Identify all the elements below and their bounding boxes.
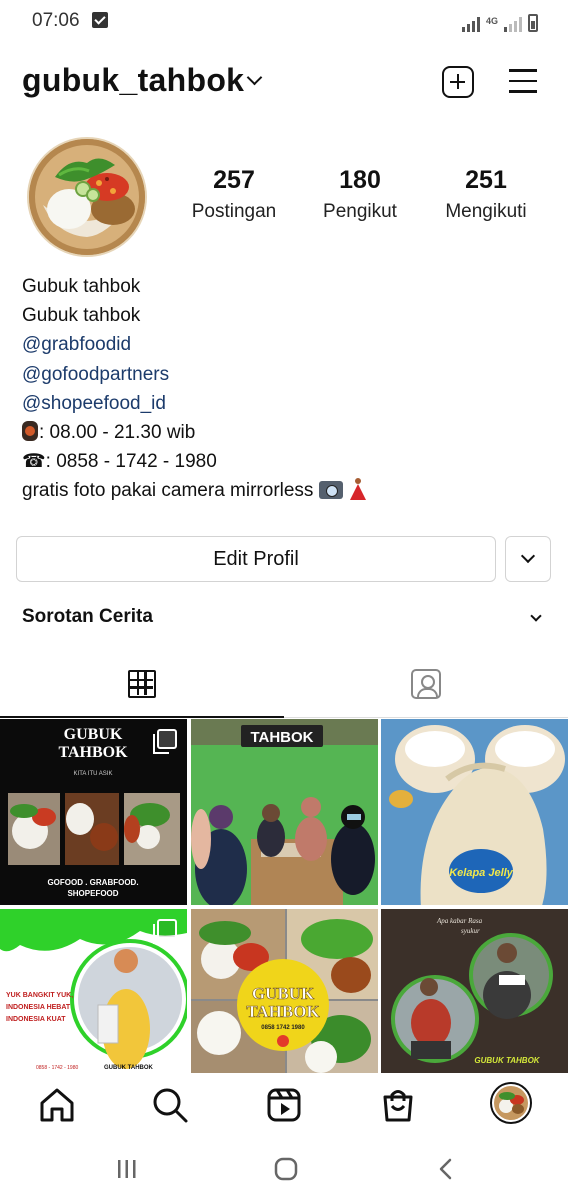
- post-6-caption-2: syukur: [461, 927, 480, 935]
- post-5-image: GUBUK TAHBOK 0858 1742 1980: [191, 909, 378, 1073]
- profile-avatar-small: [490, 1082, 532, 1124]
- menu-button[interactable]: [509, 69, 537, 93]
- chevron-down-icon[interactable]: [246, 69, 263, 86]
- post-4-footer: GUBUK TAHBOK: [104, 1065, 154, 1071]
- post-6-caption-1: Apa kabar Rasa: [436, 917, 483, 925]
- shop-button[interactable]: [378, 1085, 418, 1125]
- home-system-icon[interactable]: [274, 1157, 298, 1181]
- edit-profile-button[interactable]: Edit Profil: [16, 536, 496, 582]
- system-navigation-bar: [0, 1138, 568, 1200]
- status-icons: 4G: [461, 12, 538, 32]
- post-4-line-3: INDONESIA KUAT: [6, 1016, 66, 1023]
- bottom-navigation: [0, 1073, 568, 1137]
- post-6-image: Apa kabar Rasa syukur GUBUK TAHBOK: [381, 909, 568, 1073]
- post-thumbnail-1[interactable]: GUBUK TAHBOK KITA ITU ASIK GOFOOD . GRAB…: [0, 719, 187, 905]
- grid-icon: [128, 670, 156, 698]
- post-4-phone: 0858 - 1742 - 1980: [36, 1065, 78, 1071]
- reels-button[interactable]: [264, 1085, 304, 1125]
- status-bar: 07:06 4G: [0, 0, 568, 44]
- signal-icon-2: [504, 16, 522, 32]
- battery-icon: [528, 14, 538, 32]
- home-button[interactable]: [37, 1085, 77, 1125]
- posts-count-label: Postingan: [191, 201, 277, 222]
- posts-count-value: 257: [213, 166, 255, 194]
- post-3-label: Kelapa Jelly: [449, 867, 513, 879]
- profile-tab-button[interactable]: [490, 1082, 532, 1124]
- chevron-down-icon[interactable]: [530, 610, 542, 622]
- home-icon: [40, 1088, 74, 1122]
- following-count-value: 251: [465, 166, 507, 194]
- mention-gofood[interactable]: @gofoodpartners: [22, 360, 552, 389]
- search-icon: [153, 1088, 188, 1123]
- post-3-image: Kelapa Jelly: [381, 719, 568, 905]
- followers-count[interactable]: 180 Pengikut: [295, 166, 425, 223]
- avatar-food-image: [29, 139, 145, 255]
- camera-icon: [318, 481, 343, 500]
- post-1-footer-2: SHOPEFOOD: [67, 889, 118, 898]
- chevron-down-icon: [520, 548, 536, 564]
- reels-icon: [267, 1088, 301, 1122]
- tab-tagged[interactable]: [284, 650, 568, 718]
- back-icon[interactable]: [436, 1157, 456, 1181]
- post-1-subtitle: KITA ITU ASIK: [74, 771, 113, 777]
- profile-tabs: [0, 650, 568, 718]
- status-time: 07:06: [32, 10, 80, 31]
- carousel-icon: [153, 729, 177, 754]
- bio-hours: : 08.00 - 21.30 wib: [22, 418, 552, 447]
- signal-icon: [461, 16, 480, 32]
- bio-tagline-text: gratis foto pakai camera mirrorless: [22, 480, 314, 502]
- following-count[interactable]: 251 Mengikuti: [421, 166, 551, 223]
- phone-icon: ☎: [22, 451, 46, 473]
- profile-header: gubuk_tahbok: [0, 58, 568, 106]
- post-1-title-1: GUBUK: [64, 726, 123, 743]
- bio-phone-text: : 0858 - 1742 - 1980: [45, 451, 217, 473]
- notification-icon: [92, 12, 108, 28]
- followers-count-value: 180: [339, 166, 381, 194]
- posts-count[interactable]: 257 Postingan: [169, 166, 299, 223]
- tab-posts-grid[interactable]: [0, 650, 284, 718]
- tagged-user-icon: [411, 669, 441, 699]
- mention-grabfood[interactable]: @grabfoodid: [22, 330, 552, 359]
- mention-shopeefood[interactable]: @shopeefood_id: [22, 389, 552, 418]
- following-count-label: Mengikuti: [445, 201, 527, 222]
- network-type: 4G: [485, 16, 498, 26]
- post-thumbnail-4[interactable]: YUK BANGKIT YUK, INDONESIA HEBAT INDONES…: [0, 909, 187, 1095]
- post-4-line-2: INDONESIA HEBAT: [6, 1004, 71, 1011]
- bio-category: Gubuk tahbok: [22, 305, 141, 327]
- post-thumbnail-6[interactable]: Apa kabar Rasa syukur GUBUK TAHBOK: [381, 909, 568, 1095]
- shopping-bag-icon: [383, 1090, 413, 1122]
- post-thumbnail-2[interactable]: TAHBOK: [191, 719, 378, 905]
- username[interactable]: gubuk_tahbok: [22, 62, 244, 99]
- bio-tagline: gratis foto pakai camera mirrorless: [22, 476, 552, 505]
- followers-count-label: Pengikut: [323, 201, 397, 222]
- search-button[interactable]: [150, 1085, 190, 1125]
- dancer-icon: [348, 478, 366, 501]
- carousel-icon: [153, 919, 177, 944]
- post-2-sign: TAHBOK: [250, 729, 313, 746]
- post-1-title-2: TAHBOK: [58, 744, 128, 761]
- suggested-accounts-button[interactable]: [505, 536, 551, 582]
- post-4-line-1: YUK BANGKIT YUK,: [6, 992, 73, 999]
- bio-hours-text: : 08.00 - 21.30 wib: [39, 422, 196, 444]
- post-thumbnail-3[interactable]: Kelapa Jelly: [381, 719, 568, 905]
- post-5-phone: 0858 1742 1980: [261, 1025, 305, 1031]
- post-5-title-2: TAHBOK: [246, 1002, 320, 1021]
- bio-phone: ☎: 0858 - 1742 - 1980: [22, 447, 552, 476]
- story-highlights-label[interactable]: Sorotan Cerita: [22, 606, 153, 628]
- recent-apps-icon[interactable]: [116, 1158, 138, 1180]
- profile-bio: Gubuk tahbok Gubuk tahbok @grabfoodid @g…: [22, 272, 552, 506]
- post-thumbnail-5[interactable]: GUBUK TAHBOK 0858 1742 1980: [191, 909, 378, 1095]
- post-6-footer: GUBUK TAHBOK: [474, 1056, 540, 1065]
- post-5-title-1: GUBUK: [252, 984, 315, 1003]
- bio-name: Gubuk tahbok: [22, 276, 141, 297]
- create-post-button[interactable]: [442, 66, 474, 98]
- profile-avatar[interactable]: [27, 137, 147, 257]
- post-2-image: TAHBOK: [191, 719, 378, 905]
- post-1-footer-1: GOFOOD . GRABFOOD.: [47, 878, 138, 887]
- watch-icon: [22, 421, 38, 442]
